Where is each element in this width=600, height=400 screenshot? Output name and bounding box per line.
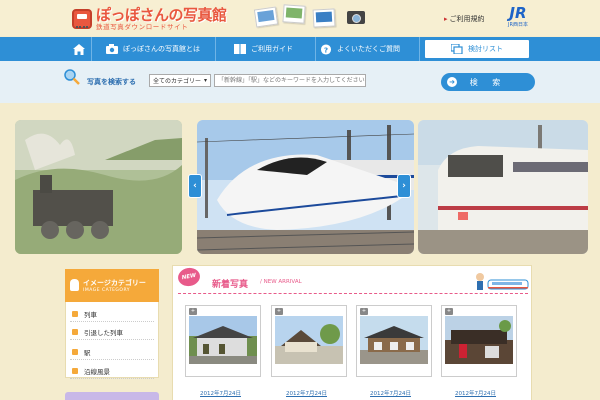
category-select[interactable]: 全てのカテゴリー ▾ xyxy=(149,74,211,87)
main-nav: ぽっぽさんの写真館とは ご利用ガイド ? よくいただくご質問 検討リスト xyxy=(0,37,600,61)
zoom-icon[interactable]: + xyxy=(445,308,453,315)
carousel-prev-button[interactable]: ‹ xyxy=(188,174,202,198)
bullet-icon: ▸ xyxy=(444,15,448,23)
bullet-icon xyxy=(72,328,78,335)
zoom-icon[interactable]: + xyxy=(189,308,197,315)
site-logo[interactable]: ぽっぽさんの写真館 鉄道写真ダウンロードサイト xyxy=(72,4,227,34)
book-icon xyxy=(234,44,246,54)
site-header: ぽっぽさんの写真館 鉄道写真ダウンロードサイト ▸ ご利用規約 JR JR西日本 xyxy=(0,0,600,36)
logo-title: ぽっぽさんの写真館 xyxy=(96,6,227,24)
chevron-left-icon: ‹ xyxy=(193,181,197,191)
station-photo-4 xyxy=(445,316,513,364)
photo-date-link[interactable]: 2012年7月24日 xyxy=(200,389,241,397)
chevron-right-icon: › xyxy=(402,181,406,191)
question-icon: ? xyxy=(320,43,332,55)
express-train-image xyxy=(418,120,588,254)
header-photo-illustration xyxy=(253,3,385,33)
carousel-slide-steam[interactable] xyxy=(15,120,182,254)
category-item-scenery[interactable]: 沿線風景 xyxy=(70,363,154,379)
camera-icon xyxy=(347,11,365,24)
search-label: 写真を検索する xyxy=(87,78,136,86)
station-photo-3 xyxy=(360,316,428,364)
photo-date-link[interactable]: 2012年7月24日 xyxy=(455,389,496,397)
keyword-input[interactable] xyxy=(214,74,366,87)
logo-subtitle: 鉄道写真ダウンロードサイト xyxy=(96,23,189,31)
jr-west-logo: JR JR西日本 xyxy=(508,4,528,29)
steam-locomotive-image xyxy=(15,120,182,254)
train-illustration xyxy=(476,273,529,290)
new-arrivals-title: 新着写真 xyxy=(212,280,249,290)
bullet-icon xyxy=(72,348,78,355)
photo-carousel xyxy=(0,103,600,258)
home-button[interactable] xyxy=(66,37,92,61)
title-divider xyxy=(178,293,528,294)
photo-date-link[interactable]: 2012年7月24日 xyxy=(370,389,411,397)
nav-guide[interactable]: ご利用ガイド xyxy=(216,37,316,61)
carousel-slide-express[interactable] xyxy=(418,120,588,254)
category-item-trains[interactable]: 列車 xyxy=(70,306,154,322)
dropdown-arrow-icon: ▾ xyxy=(203,77,207,84)
photo-thumb[interactable]: + xyxy=(441,305,517,377)
bullet-icon xyxy=(72,310,78,317)
pointing-hand-icon xyxy=(70,279,79,291)
train-logo-icon xyxy=(72,9,92,29)
category-item-retired[interactable]: 引退した列車 xyxy=(70,324,154,340)
photo-thumb[interactable]: + xyxy=(356,305,432,377)
photo-thumb[interactable]: + xyxy=(271,305,347,377)
nav-review-list[interactable]: 検討リスト xyxy=(424,39,530,59)
category-item-stations[interactable]: 駅 xyxy=(70,344,154,360)
carousel-next-button[interactable]: › xyxy=(397,174,411,198)
new-arrivals-subtitle: / NEW ARRIVAL xyxy=(260,279,302,285)
arrow-right-icon: ➜ xyxy=(447,77,457,87)
shinkansen-image xyxy=(197,120,414,254)
photo-date-link[interactable]: 2012年7月24日 xyxy=(286,389,327,397)
station-photo-1 xyxy=(189,316,257,364)
zoom-icon[interactable]: + xyxy=(275,308,283,315)
list-icon xyxy=(451,44,463,54)
nav-about[interactable]: ぽっぽさんの写真館とは xyxy=(92,37,216,61)
station-photo-2 xyxy=(275,316,343,364)
home-icon xyxy=(72,43,85,55)
camera-icon xyxy=(106,44,118,54)
svg-text:?: ? xyxy=(324,45,328,54)
carousel-slide-shinkansen[interactable] xyxy=(197,120,414,254)
search-button[interactable]: ➜ 検 索 xyxy=(441,73,535,91)
secondary-panel-top xyxy=(65,392,159,400)
category-header: イメージカテゴリー IMAGE CATEGORY xyxy=(65,269,159,302)
terms-link[interactable]: ▸ ご利用規約 xyxy=(444,14,485,24)
zoom-icon[interactable]: + xyxy=(360,308,368,315)
bullet-icon xyxy=(72,367,78,374)
magnifier-icon xyxy=(64,69,80,85)
nav-faq[interactable]: ? よくいただくご質問 xyxy=(316,37,420,61)
photo-thumb[interactable]: + xyxy=(185,305,261,377)
